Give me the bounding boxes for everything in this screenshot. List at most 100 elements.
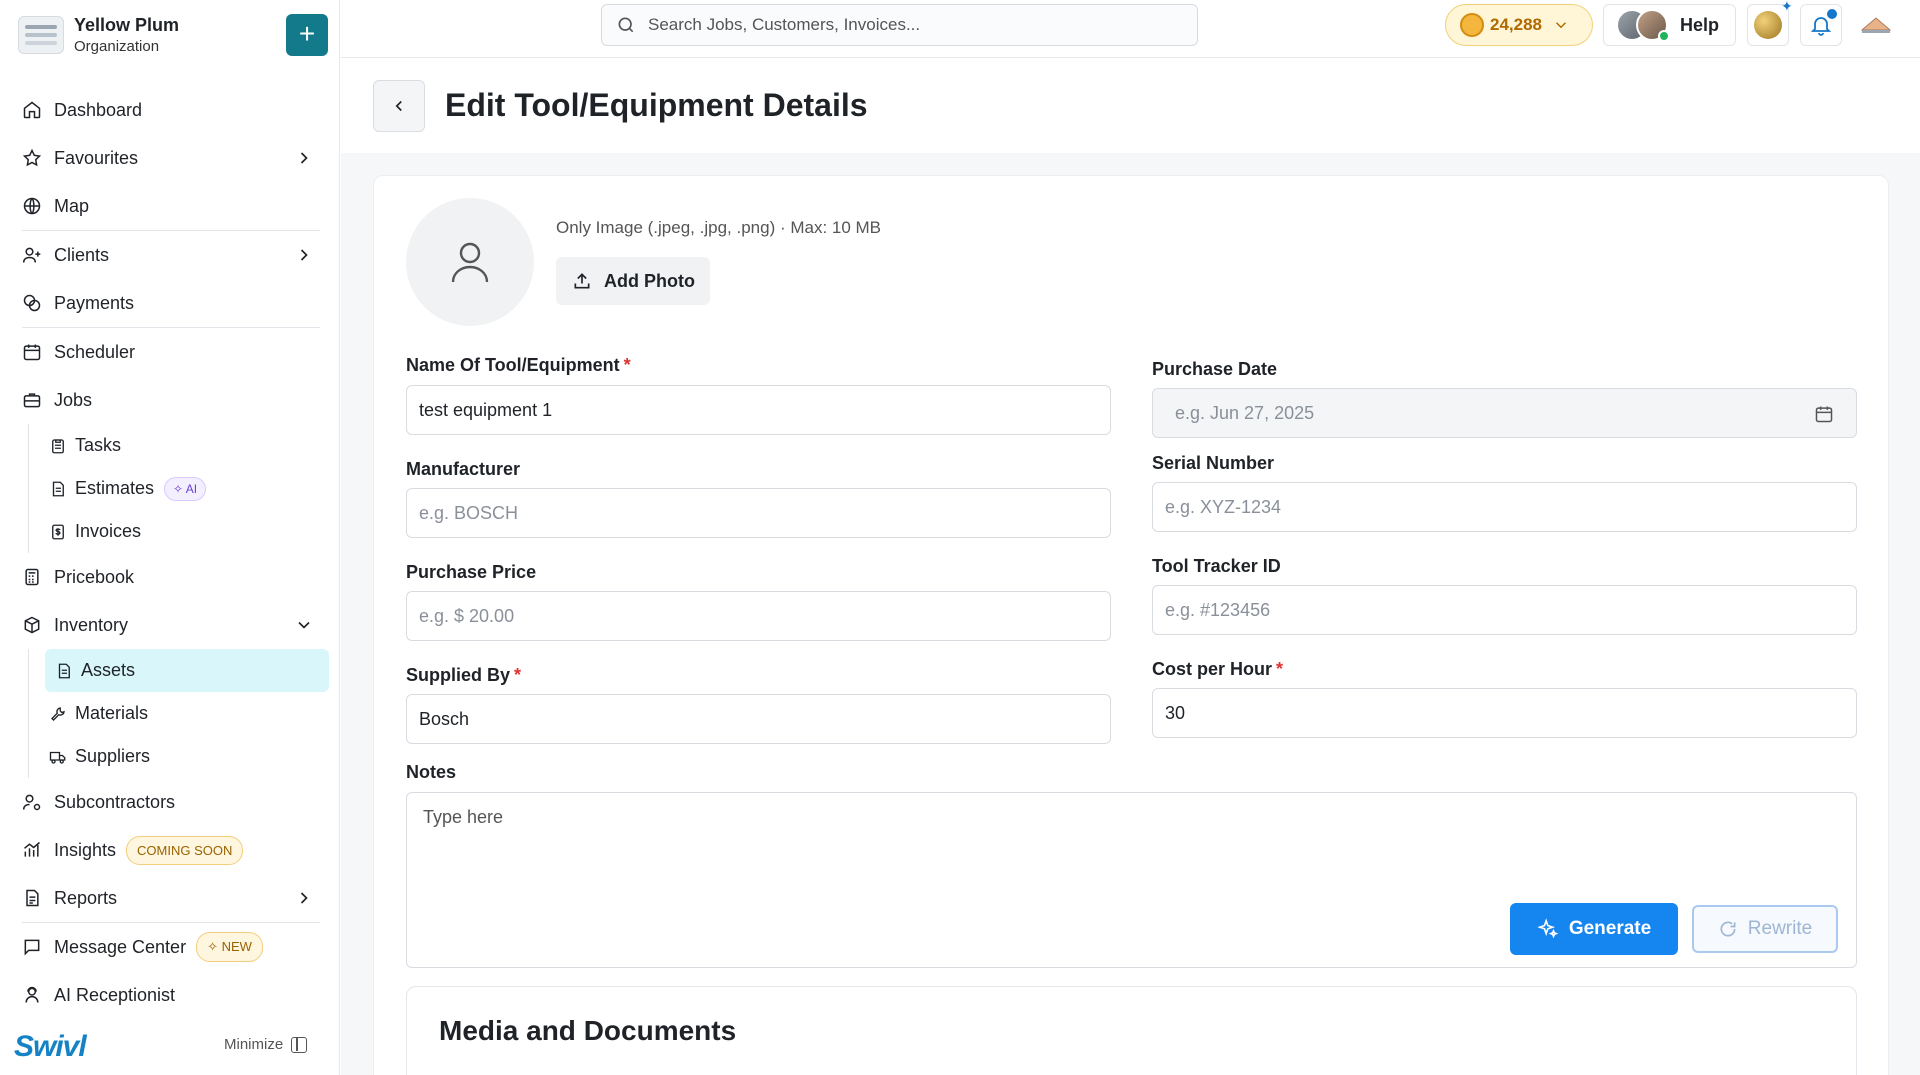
calculator-icon — [22, 567, 42, 587]
sidebar-item-scheduler[interactable]: Scheduler — [0, 328, 340, 376]
globe-icon — [22, 196, 42, 216]
name-field[interactable] — [406, 385, 1111, 435]
serial-number-label: Serial Number — [1152, 453, 1275, 473]
sidebar-item-pricebook[interactable]: Pricebook — [0, 553, 340, 601]
manufacturer-input[interactable] — [419, 502, 1110, 524]
sidebar-item-subcontractors[interactable]: Subcontractors — [0, 778, 340, 826]
sidebar-item-estimates[interactable]: Estimates ✧ AI — [29, 467, 340, 510]
sidebar-item-label: Materials — [75, 703, 149, 723]
sidebar-item-message-center[interactable]: Message Center ✧ NEW — [0, 923, 340, 971]
cost-per-hour-field[interactable] — [1152, 688, 1857, 738]
generate-button[interactable]: Generate — [1510, 903, 1678, 955]
required-marker: * — [514, 665, 522, 685]
manufacturer-label: Manufacturer — [406, 459, 521, 479]
tool-tracker-id-input[interactable] — [1165, 599, 1856, 621]
minimize-sidebar-button[interactable]: Minimize — [224, 1036, 308, 1053]
purchase-date-field[interactable] — [1152, 388, 1857, 438]
org-switcher[interactable]: Yellow Plum Organization + — [18, 12, 328, 58]
generate-label: Generate — [1568, 918, 1652, 939]
sidebar-item-assets[interactable]: Assets — [45, 649, 329, 692]
supplied-by-input[interactable] — [419, 708, 1110, 730]
ai-badge: ✧ AI — [164, 476, 207, 501]
sidebar-item-label: Tasks — [75, 435, 122, 455]
clipboard-icon — [49, 437, 67, 455]
globe-icon — [1754, 11, 1782, 39]
cost-per-hour-input[interactable] — [1165, 702, 1856, 724]
sidebar-item-tasks[interactable]: Tasks — [29, 424, 340, 467]
purchase-date-label: Purchase Date — [1152, 359, 1278, 379]
new-badge: ✧ NEW — [196, 932, 263, 962]
sidebar-item-ai-receptionist[interactable]: AI Receptionist — [0, 971, 340, 1019]
sidebar-item-label: Subcontractors — [54, 791, 176, 812]
sidebar-item-label: Invoices — [75, 521, 142, 541]
name-input[interactable] — [419, 399, 1110, 421]
notes-textarea[interactable] — [423, 807, 1823, 897]
sidebar-item-label: Insights — [54, 839, 117, 860]
org-name: Yellow Plum — [74, 15, 180, 35]
report-icon — [22, 888, 42, 908]
sidebar-item-favourites[interactable]: Favourites — [0, 134, 340, 182]
home-icon — [22, 100, 42, 120]
manufacturer-field[interactable] — [406, 488, 1111, 538]
sidebar-item-map[interactable]: Map — [0, 182, 340, 230]
purchase-price-input[interactable] — [419, 605, 1110, 627]
sidebar-nav: Dashboard Favourites Map Clients Payment… — [0, 86, 340, 1019]
main-content: Edit Tool/Equipment Details Only Image (… — [341, 59, 1920, 1075]
refresh-icon — [1720, 921, 1736, 937]
org-subtitle: Organization — [74, 38, 160, 55]
sidebar-item-label: Estimates — [75, 478, 155, 498]
purchase-date-input[interactable] — [1175, 402, 1856, 424]
account-menu-icon[interactable] — [1859, 12, 1893, 36]
sidebar-item-invoices[interactable]: Invoices — [29, 510, 340, 553]
serial-number-field[interactable] — [1152, 482, 1857, 532]
sparkles-icon — [1537, 918, 1559, 939]
supplied-by-field[interactable] — [406, 694, 1111, 744]
minimize-label: Minimize — [224, 1036, 284, 1053]
sidebar-item-reports[interactable]: Reports — [0, 874, 340, 922]
coins-balance-button[interactable]: 24,288 — [1445, 4, 1593, 46]
truck-icon — [49, 748, 67, 766]
jobs-submenu: Tasks Estimates ✧ AI Invoices — [28, 424, 340, 553]
upload-icon — [574, 273, 590, 289]
sidebar-item-materials[interactable]: Materials — [29, 692, 340, 735]
serial-number-input[interactable] — [1165, 496, 1856, 518]
sidebar-item-payments[interactable]: Payments — [0, 279, 340, 327]
notifications-button[interactable] — [1800, 4, 1842, 46]
purchase-price-field[interactable] — [406, 591, 1111, 641]
supplied-by-label: Supplied By * — [406, 665, 522, 685]
wrench-icon — [49, 705, 67, 723]
sidebar: Yellow Plum Organization + Dashboard Fav… — [0, 0, 340, 1075]
box-icon — [22, 615, 42, 635]
topbar: 24,288 Help ✦ — [341, 0, 1920, 58]
sidebar-item-clients[interactable]: Clients — [0, 231, 340, 279]
chevron-right-icon — [300, 892, 308, 904]
add-photo-button[interactable]: Add Photo — [556, 257, 710, 305]
sidebar-item-label: Dashboard — [54, 99, 143, 120]
back-button[interactable] — [373, 80, 425, 132]
media-documents-section: Media and Documents — [406, 986, 1857, 1075]
search-input[interactable] — [648, 15, 1168, 35]
calendar-icon[interactable] — [1814, 404, 1834, 424]
global-search[interactable] — [601, 4, 1198, 46]
sidebar-item-jobs[interactable]: Jobs — [0, 376, 340, 424]
rewrite-button[interactable]: Rewrite — [1692, 905, 1838, 953]
online-indicator — [1658, 30, 1670, 42]
help-button[interactable]: Help — [1603, 4, 1736, 46]
chevron-right-icon — [300, 249, 308, 261]
inventory-submenu: Assets Materials Suppliers — [28, 649, 340, 778]
sidebar-item-inventory[interactable]: Inventory — [0, 601, 340, 649]
sidebar-item-label: Suppliers — [75, 746, 151, 766]
search-icon — [618, 17, 634, 33]
chevron-right-icon — [300, 152, 308, 164]
sidebar-item-dashboard[interactable]: Dashboard — [0, 86, 340, 134]
sidebar-item-suppliers[interactable]: Suppliers — [29, 735, 340, 778]
required-marker: * — [623, 355, 631, 375]
purchase-price-label: Purchase Price — [406, 562, 537, 582]
tool-tracker-id-field[interactable] — [1152, 585, 1857, 635]
photo-placeholder[interactable] — [406, 198, 534, 326]
file-text-icon — [55, 662, 73, 680]
tool-tracker-id-label: Tool Tracker ID — [1152, 556, 1281, 576]
quick-add-button[interactable]: + — [286, 14, 328, 56]
sidebar-item-insights[interactable]: Insights COMING SOON — [0, 826, 340, 874]
notes-label: Notes — [406, 762, 457, 782]
